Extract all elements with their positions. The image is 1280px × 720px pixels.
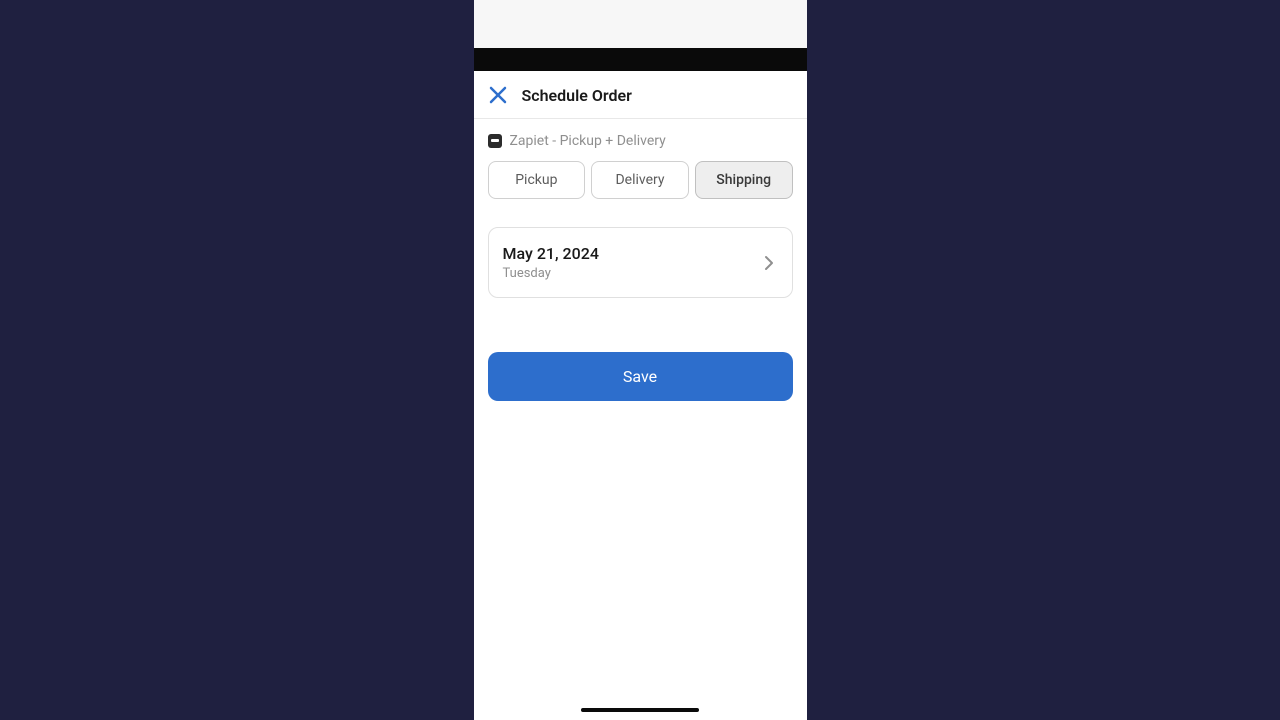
app-info-row: Zapiet - Pickup + Delivery: [474, 119, 807, 161]
save-button[interactable]: Save: [488, 352, 793, 401]
fulfillment-type-segment: Pickup Delivery Shipping: [474, 161, 807, 199]
date-picker-card[interactable]: May 21, 2024 Tuesday: [488, 227, 793, 298]
modal-header: Schedule Order: [474, 71, 807, 119]
phone-frame: Schedule Order Zapiet - Pickup + Deliver…: [474, 0, 807, 720]
underlying-bar: [474, 48, 807, 71]
pickup-tab[interactable]: Pickup: [488, 161, 586, 199]
app-name-label: Zapiet - Pickup + Delivery: [510, 133, 666, 149]
chevron-right-icon: [760, 254, 778, 272]
schedule-order-modal: Schedule Order Zapiet - Pickup + Deliver…: [474, 71, 807, 720]
home-indicator[interactable]: [581, 708, 699, 712]
selected-day: Tuesday: [503, 266, 599, 281]
shipping-tab[interactable]: Shipping: [695, 161, 793, 199]
background-top: [474, 0, 807, 48]
modal-title: Schedule Order: [522, 86, 632, 105]
selected-date: May 21, 2024: [503, 244, 599, 263]
delivery-tab[interactable]: Delivery: [591, 161, 689, 199]
app-icon: [488, 134, 502, 148]
date-info: May 21, 2024 Tuesday: [503, 244, 599, 281]
close-icon[interactable]: [488, 85, 508, 105]
